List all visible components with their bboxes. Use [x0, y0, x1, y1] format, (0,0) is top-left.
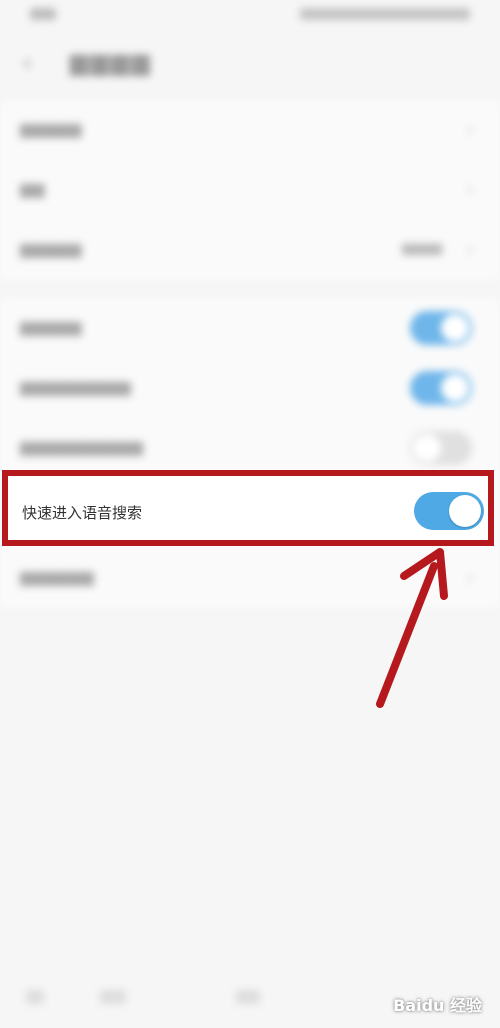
annotation-arrow-icon — [376, 548, 448, 708]
watermark-logo: Baidu 经验 — [393, 996, 482, 1015]
